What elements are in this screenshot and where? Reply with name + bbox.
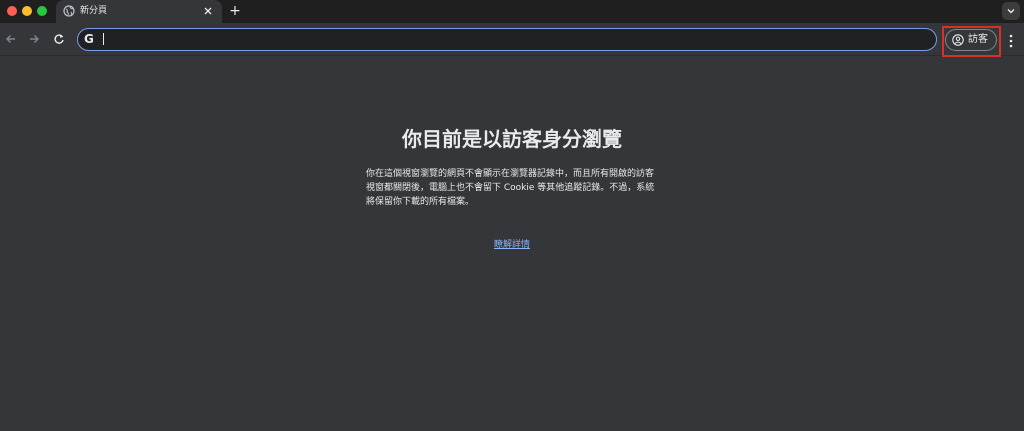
more-vert-icon[interactable] xyxy=(1006,33,1016,49)
forward-arrow-icon[interactable] xyxy=(27,32,41,46)
tab-search-button[interactable] xyxy=(1002,2,1020,20)
window-maximize-button[interactable] xyxy=(37,6,47,16)
guest-description: 你在這個視窗瀏覽的網頁不會顯示在瀏覽器記錄中，而且所有開啟的訪客視窗都關閉後，電… xyxy=(366,169,655,207)
tab-new-tab[interactable]: 新分頁 xyxy=(56,0,222,23)
close-icon[interactable] xyxy=(202,5,214,17)
tab-strip: 新分頁 + xyxy=(0,0,1024,23)
guest-page: 你目前是以訪客身分瀏覽 你在這個視窗瀏覽的網頁不會顯示在瀏覽器記錄中，而且所有開… xyxy=(0,57,1024,431)
guest-profile-button[interactable]: 訪客 xyxy=(945,29,997,51)
toolbar: G xyxy=(0,23,1024,56)
window-close-button[interactable] xyxy=(7,6,17,16)
back-arrow-icon[interactable] xyxy=(4,32,18,46)
page-title: 你目前是以訪客身分瀏覽 xyxy=(402,127,622,151)
learn-more-link[interactable]: 瞭解詳情 xyxy=(452,239,572,251)
google-icon: G xyxy=(84,32,94,46)
new-tab-button[interactable]: + xyxy=(228,3,242,19)
reload-icon[interactable] xyxy=(52,32,66,46)
globe-icon xyxy=(63,5,75,17)
window-minimize-button[interactable] xyxy=(22,6,32,16)
address-input[interactable] xyxy=(108,31,908,48)
tab-title: 新分頁 xyxy=(80,6,108,16)
profile-icon xyxy=(952,34,964,46)
address-bar[interactable]: G xyxy=(77,28,937,51)
profile-label: 訪客 xyxy=(968,34,988,45)
chevron-down-icon xyxy=(1007,9,1015,14)
text-caret xyxy=(103,33,104,45)
